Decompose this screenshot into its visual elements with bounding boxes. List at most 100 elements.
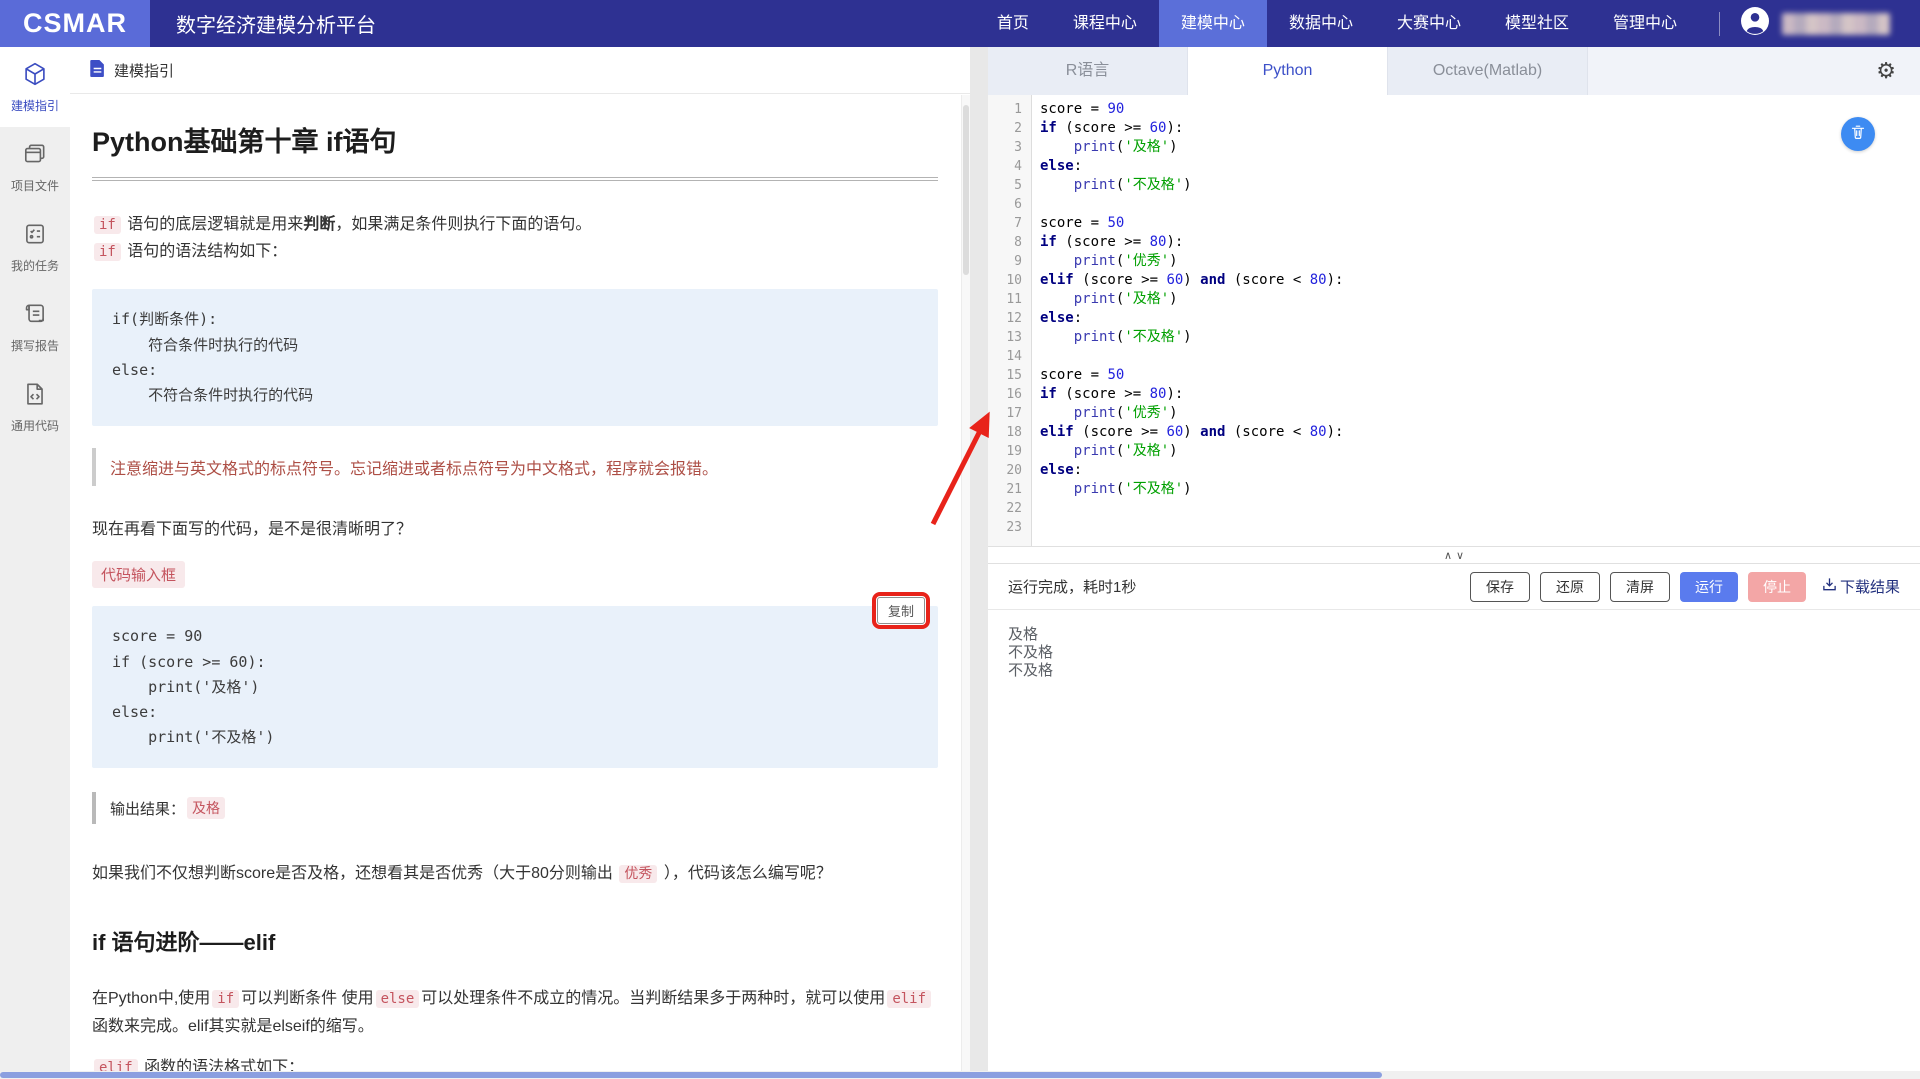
clear-code-button[interactable]	[1841, 117, 1875, 151]
doc-paragraph: 在Python中,使用if可以判断条件 使用else可以处理条件不成立的情况。当…	[92, 985, 938, 1039]
run-buttons: 保存 还原 清屏 运行 停止 下载结果	[1470, 572, 1900, 602]
copy-button[interactable]: 复制	[877, 597, 925, 624]
panel-collapse-handle[interactable]: ∧ ∨	[988, 547, 1920, 564]
horizontal-scrollbar-thumb[interactable]	[0, 1072, 1382, 1078]
download-icon	[1822, 577, 1837, 596]
line-number: 11	[988, 290, 1032, 309]
gear-icon[interactable]: ⚙	[1876, 60, 1896, 82]
line-number: 15	[988, 366, 1032, 385]
tasks-icon	[22, 221, 48, 250]
doc-scrollbar-thumb[interactable]	[963, 105, 969, 275]
line-number: 13	[988, 328, 1032, 347]
nav-item-data-center[interactable]: 数据中心	[1267, 0, 1375, 47]
line-number: 20	[988, 461, 1032, 480]
line-number: 5	[988, 176, 1032, 195]
sidebar-item-label: 项目文件	[11, 177, 59, 194]
line-number: 4	[988, 157, 1032, 176]
result-value: 及格	[187, 797, 225, 819]
warning-note: 注意缩进与英文格式的标点符号。忘记缩进或者标点符号为中文格式，程序就会报错。	[92, 448, 938, 486]
run-button[interactable]: 运行	[1680, 572, 1738, 602]
csmar-logo[interactable]: CSMAR	[0, 0, 150, 47]
left-sidebar: 建模指引 项目文件 我的任务	[0, 47, 70, 1071]
chevron-down-icon: ∨	[1456, 549, 1464, 562]
output-result-line: 输出结果： 及格	[92, 792, 938, 824]
line-number: 17	[988, 404, 1032, 423]
save-button[interactable]: 保存	[1470, 572, 1530, 602]
line-number: 2	[988, 119, 1032, 138]
nav-item-courses[interactable]: 课程中心	[1051, 0, 1159, 47]
doc-paragraph: if 语句的底层逻辑就是用来判断，如果满足条件则执行下面的语句。	[92, 211, 938, 238]
report-icon	[22, 301, 48, 330]
line-number: 18	[988, 423, 1032, 442]
run-status-text: 运行完成，耗时1秒	[1008, 576, 1136, 597]
sidebar-item-modeling-guide[interactable]: 建模指引	[0, 47, 70, 127]
download-results-link[interactable]: 下载结果	[1822, 576, 1900, 597]
page-title: Python基础第十章 if语句	[92, 120, 938, 181]
editor-lines: 1score = 902if (score >= 60):3 print('及格…	[988, 100, 1920, 537]
result-prefix: 输出结果：	[110, 798, 185, 819]
code-file-icon	[22, 381, 48, 410]
user-name-redacted	[1782, 13, 1890, 35]
line-number: 7	[988, 214, 1032, 233]
tab-octave-matlab[interactable]: Octave(Matlab)	[1388, 47, 1588, 95]
nav-item-admin-center[interactable]: 管理中心	[1591, 0, 1699, 47]
line-number: 6	[988, 195, 1032, 214]
stop-button[interactable]: 停止	[1748, 572, 1806, 602]
restore-button[interactable]: 还原	[1540, 572, 1600, 602]
doc-body: Python基础第十章 if语句 if 语句的底层逻辑就是用来判断，如果满足条件…	[70, 94, 970, 1071]
horizontal-scrollbar[interactable]	[0, 1071, 1920, 1079]
doc-scrollbar[interactable]	[961, 95, 970, 1071]
doc-paragraph: elif 函数的语法格式如下：	[92, 1054, 938, 1071]
code-editor-panel: R语言 Python Octave(Matlab) ⚙ 1score = 902…	[988, 47, 1920, 1071]
trash-icon	[1850, 124, 1866, 145]
sidebar-item-label: 撰写报告	[11, 337, 59, 354]
sidebar-item-write-report[interactable]: 撰写报告	[0, 287, 70, 367]
line-number: 10	[988, 271, 1032, 290]
line-number: 8	[988, 233, 1032, 252]
sidebar-item-label: 建模指引	[11, 97, 59, 114]
run-output-area: 及格不及格不及格	[988, 610, 1920, 1071]
download-label: 下载结果	[1840, 576, 1900, 597]
doc-paragraph: if 语句的语法结构如下：	[92, 238, 938, 265]
sidebar-item-project-files[interactable]: 项目文件	[0, 127, 70, 207]
line-number: 22	[988, 499, 1032, 518]
top-navbar: CSMAR 数字经济建模分析平台 首页 课程中心 建模中心 数据中心 大赛中心 …	[0, 0, 1920, 47]
language-tabbar: R语言 Python Octave(Matlab) ⚙	[988, 47, 1920, 95]
document-panel: 建模指引 Python基础第十章 if语句 if 语句的底层逻辑就是用来判断，如…	[70, 47, 970, 1071]
line-number: 23	[988, 518, 1032, 537]
sidebar-item-common-code[interactable]: 通用代码	[0, 367, 70, 447]
clear-screen-button[interactable]: 清屏	[1610, 572, 1670, 602]
sidebar-item-my-tasks[interactable]: 我的任务	[0, 207, 70, 287]
line-number: 14	[988, 347, 1032, 366]
run-toolbar: 运行完成，耗时1秒 保存 还原 清屏 运行 停止 下载结果	[988, 564, 1920, 610]
copy-button-annotation: 复制	[872, 592, 930, 629]
user-avatar-icon	[1740, 6, 1770, 41]
line-number: 19	[988, 442, 1032, 461]
tabbar-filler: ⚙	[1588, 47, 1920, 95]
sidebar-item-label: 通用代码	[11, 417, 59, 434]
doc-paragraph: 如果我们不仅想判断score是否及格，还想看其是否优秀（大于80分则输出 优秀 …	[92, 860, 938, 887]
nav-item-modeling-center[interactable]: 建模中心	[1159, 0, 1267, 47]
nav-item-model-community[interactable]: 模型社区	[1483, 0, 1591, 47]
code-input-label: 代码输入框	[92, 561, 185, 588]
main-nav: 首页 课程中心 建模中心 数据中心 大赛中心 模型社区 管理中心	[975, 0, 1699, 47]
section-title-elif: if 语句进阶——elif	[92, 925, 938, 957]
output-line: 不及格	[1008, 662, 1900, 680]
project-files-icon	[22, 141, 48, 170]
nav-item-home[interactable]: 首页	[975, 0, 1051, 47]
tab-python[interactable]: Python	[1188, 47, 1388, 95]
user-menu[interactable]	[1740, 6, 1890, 41]
doc-paragraph: 现在再看下面写的代码，是不是很清晰明了？	[92, 516, 938, 543]
output-line: 不及格	[1008, 644, 1900, 662]
app-title: 数字经济建模分析平台	[176, 9, 376, 38]
nav-item-competition-center[interactable]: 大赛中心	[1375, 0, 1483, 47]
line-number: 9	[988, 252, 1032, 271]
line-number: 12	[988, 309, 1032, 328]
output-line: 及格	[1008, 626, 1900, 644]
chevron-up-icon: ∧	[1444, 549, 1452, 562]
doc-header: 建模指引	[70, 47, 970, 94]
code-editor[interactable]: 1score = 902if (score >= 60):3 print('及格…	[988, 95, 1920, 547]
cube-icon	[22, 61, 48, 90]
tab-r-language[interactable]: R语言	[988, 47, 1188, 95]
syntax-code-block: if(判断条件): 符合条件时执行的代码 else: 不符合条件时执行的代码	[92, 289, 938, 426]
